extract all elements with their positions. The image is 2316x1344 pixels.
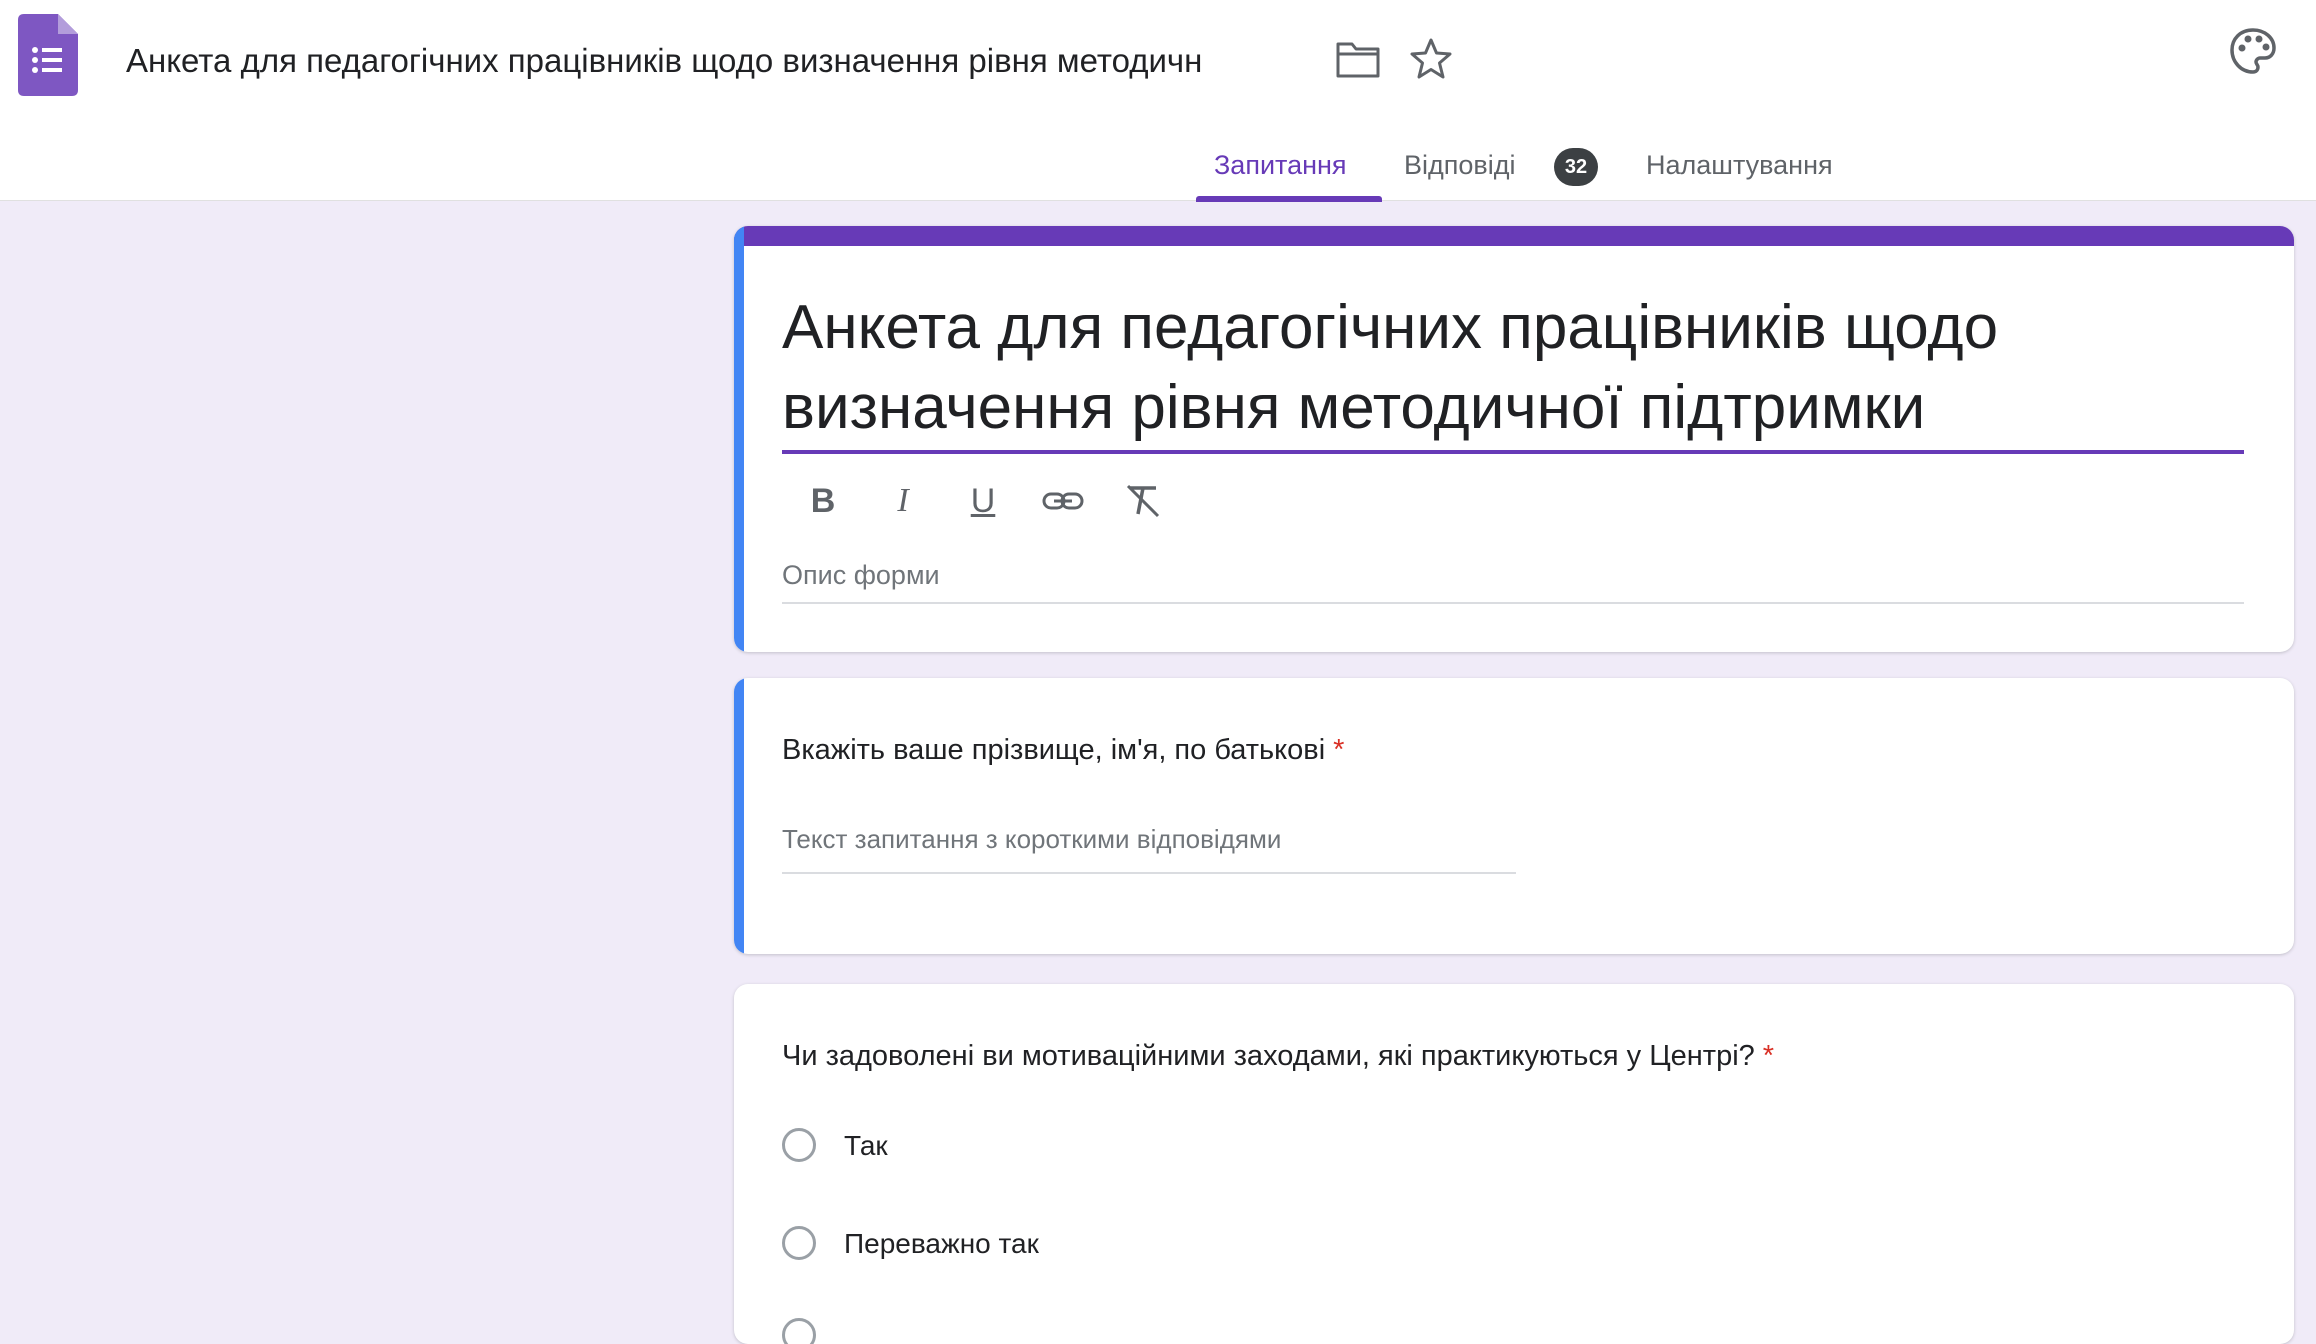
question-text: Вкажіть ваше прізвище, ім'я, по батькові	[782, 734, 1326, 766]
question-title: Вкажіть ваше прізвище, ім'я, по батькові…	[782, 730, 1344, 770]
form-header-card[interactable]: Анкета для педагогічних працівників щодо…	[734, 226, 2294, 652]
question-title: Чи задоволені ви мотиваційними заходами,…	[782, 1036, 1774, 1076]
folder-icon[interactable]	[1334, 40, 1382, 80]
form-description-placeholder[interactable]: Опис форми	[782, 560, 940, 591]
focus-indicator	[734, 226, 744, 652]
star-icon[interactable]	[1408, 36, 1454, 82]
tab-questions[interactable]: Запитання	[1214, 142, 1347, 188]
short-answer-underline	[782, 872, 1516, 874]
option-label: Переважно так	[844, 1228, 1039, 1259]
link-icon[interactable]	[1036, 474, 1090, 528]
form-title-line-2: визначення рівня методичної підтримки	[782, 373, 1926, 442]
question-card-1[interactable]: Вкажіть ваше прізвище, ім'я, по батькові…	[734, 678, 2294, 954]
tab-responses[interactable]: Відповіді	[1404, 142, 1516, 188]
top-bar: Анкета для педагогічних працівників щодо…	[0, 0, 2316, 202]
active-tab-indicator	[1196, 196, 1382, 202]
radio-button[interactable]	[782, 1128, 816, 1162]
short-answer-placeholder: Текст запитання з короткими відповідями	[782, 824, 1282, 854]
clear-format-icon[interactable]	[1116, 474, 1170, 528]
radio-button[interactable]	[782, 1226, 816, 1260]
tab-settings[interactable]: Налаштування	[1646, 142, 1833, 188]
required-asterisk: *	[1333, 734, 1345, 766]
form-title-line-1: Анкета для педагогічних працівників щодо	[782, 293, 1999, 362]
form-title[interactable]: Анкета для педагогічних працівників щодо…	[782, 288, 2242, 448]
option-label: Так	[844, 1130, 888, 1161]
question-card-2[interactable]: Чи задоволені ви мотиваційними заходами,…	[734, 984, 2294, 1344]
underline-button[interactable]: U	[956, 474, 1010, 528]
italic-button[interactable]: I	[876, 474, 930, 528]
bold-button[interactable]: B	[796, 474, 850, 528]
focus-indicator	[734, 678, 744, 954]
google-forms-icon[interactable]	[18, 14, 78, 96]
title-input-underline	[782, 450, 2244, 454]
required-asterisk: *	[1762, 1040, 1775, 1072]
document-title[interactable]: Анкета для педагогічних працівників щодо…	[126, 38, 1326, 84]
tab-bar: Запитання Відповіді 32 Налаштування	[0, 130, 2316, 202]
description-underline	[782, 602, 2244, 604]
theme-stripe	[734, 226, 2294, 246]
palette-icon[interactable]	[2228, 26, 2278, 76]
question-text: Чи задоволені ви мотиваційними заходами,…	[782, 1040, 1755, 1072]
responses-count-badge: 32	[1554, 148, 1598, 186]
